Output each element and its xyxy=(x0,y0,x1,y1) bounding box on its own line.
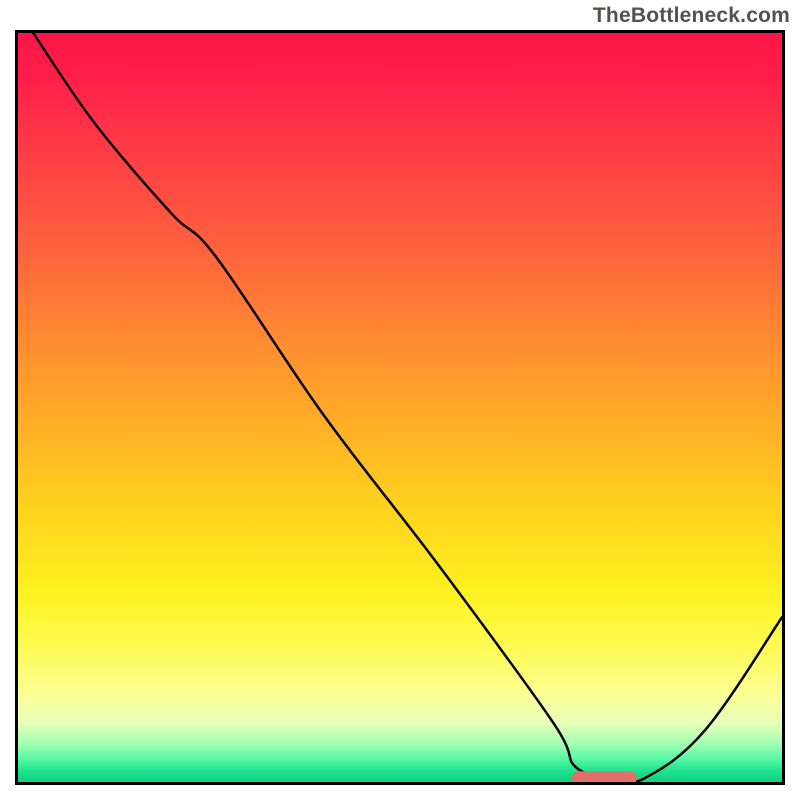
curve-layer xyxy=(18,33,782,782)
watermark-text: TheBottleneck.com xyxy=(593,4,790,28)
chart-frame: TheBottleneck.com xyxy=(0,0,800,800)
optimal-range-marker xyxy=(572,771,637,782)
bottleneck-curve xyxy=(33,33,782,782)
plot-area xyxy=(15,30,785,785)
